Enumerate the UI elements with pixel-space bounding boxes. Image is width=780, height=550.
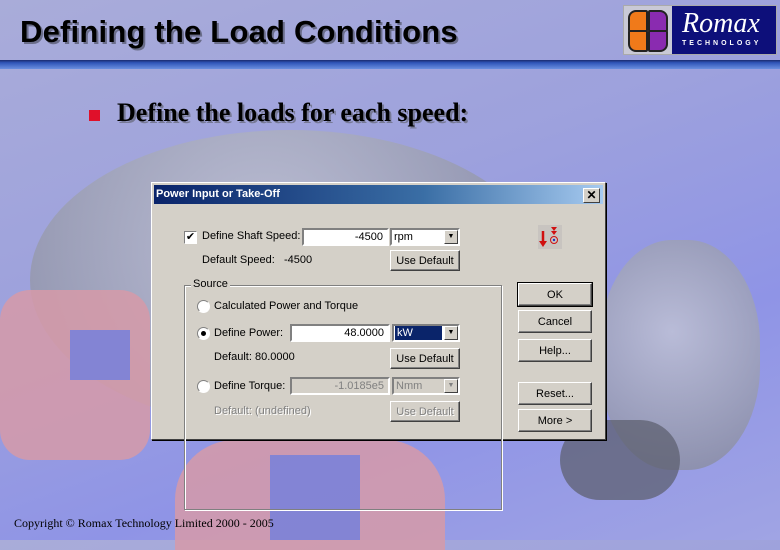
- close-icon: ✕: [586, 188, 597, 202]
- torque-value: -1.0185e5: [334, 380, 384, 392]
- define-power-label: Define Power:: [214, 327, 284, 339]
- source-group-label: Source: [191, 278, 230, 290]
- cancel-button[interactable]: Cancel: [518, 310, 592, 333]
- dialog-titlebar[interactable]: Power Input or Take-Off ✕: [154, 185, 603, 204]
- power-default-text: Default: 80.0000: [214, 351, 295, 363]
- reset-button[interactable]: Reset...: [518, 382, 592, 405]
- logo-tagline: TECHNOLOGY: [682, 40, 762, 47]
- chevron-down-icon[interactable]: ▼: [444, 326, 458, 340]
- help-button[interactable]: Help...: [518, 339, 592, 362]
- dialog-title: Power Input or Take-Off: [156, 188, 280, 200]
- chevron-down-icon[interactable]: ▼: [444, 379, 458, 393]
- shaft-speed-use-default-button[interactable]: Use Default: [390, 250, 460, 271]
- default-speed-label: Default Speed:: [202, 254, 275, 266]
- torque-unit: Nmm: [396, 380, 423, 392]
- slide-title: Defining the Load Conditions: [20, 14, 458, 49]
- torque-use-default-button[interactable]: Use Default: [390, 401, 460, 422]
- butterfly-icon: [624, 6, 672, 54]
- shaft-speed-unit-select[interactable]: rpm ▼: [390, 228, 460, 246]
- calculated-power-radio[interactable]: [197, 300, 210, 313]
- shaft-speed-unit: rpm: [394, 231, 413, 243]
- source-groupbox: [184, 285, 502, 510]
- power-value: 48.0000: [344, 327, 384, 339]
- torque-input[interactable]: -1.0185e5: [290, 377, 390, 395]
- romax-logo: Romax TECHNOLOGY: [623, 5, 777, 55]
- torque-unit-select[interactable]: Nmm ▼: [392, 377, 460, 395]
- define-power-radio[interactable]: [197, 327, 210, 340]
- chevron-down-icon[interactable]: ▼: [444, 230, 458, 244]
- background-shape-blue: [70, 330, 130, 380]
- bullet-text: Define the loads for each speed:: [117, 98, 469, 127]
- define-shaft-speed-label: Define Shaft Speed:: [202, 230, 301, 242]
- power-input-dialog: Power Input or Take-Off ✕ ✔ Define Shaft…: [151, 182, 606, 510]
- define-torque-radio[interactable]: [197, 380, 210, 393]
- title-divider: [0, 60, 780, 69]
- copyright-text: Copyright © Romax Technology Limited 200…: [14, 516, 274, 530]
- more-button[interactable]: More >: [518, 409, 592, 432]
- power-input[interactable]: 48.0000: [290, 324, 390, 342]
- define-shaft-speed-checkbox[interactable]: ✔: [184, 231, 197, 244]
- shaft-speed-input[interactable]: -4500: [302, 228, 389, 246]
- logo-name: Romax: [682, 8, 760, 39]
- default-speed-value: -4500: [284, 254, 313, 266]
- load-direction-icon: [538, 225, 562, 249]
- bullet-icon: [89, 110, 100, 121]
- define-torque-label: Define Torque:: [214, 380, 286, 392]
- close-button[interactable]: ✕: [583, 188, 600, 203]
- calculated-power-label: Calculated Power and Torque: [214, 300, 359, 312]
- torque-default-text: Default: (undefined): [214, 405, 311, 417]
- power-use-default-button[interactable]: Use Default: [390, 348, 460, 369]
- shaft-speed-value: -4500: [354, 231, 383, 243]
- power-unit-select[interactable]: kW ▼: [392, 324, 460, 342]
- power-unit: kW: [395, 326, 442, 340]
- ok-button[interactable]: OK: [517, 282, 593, 307]
